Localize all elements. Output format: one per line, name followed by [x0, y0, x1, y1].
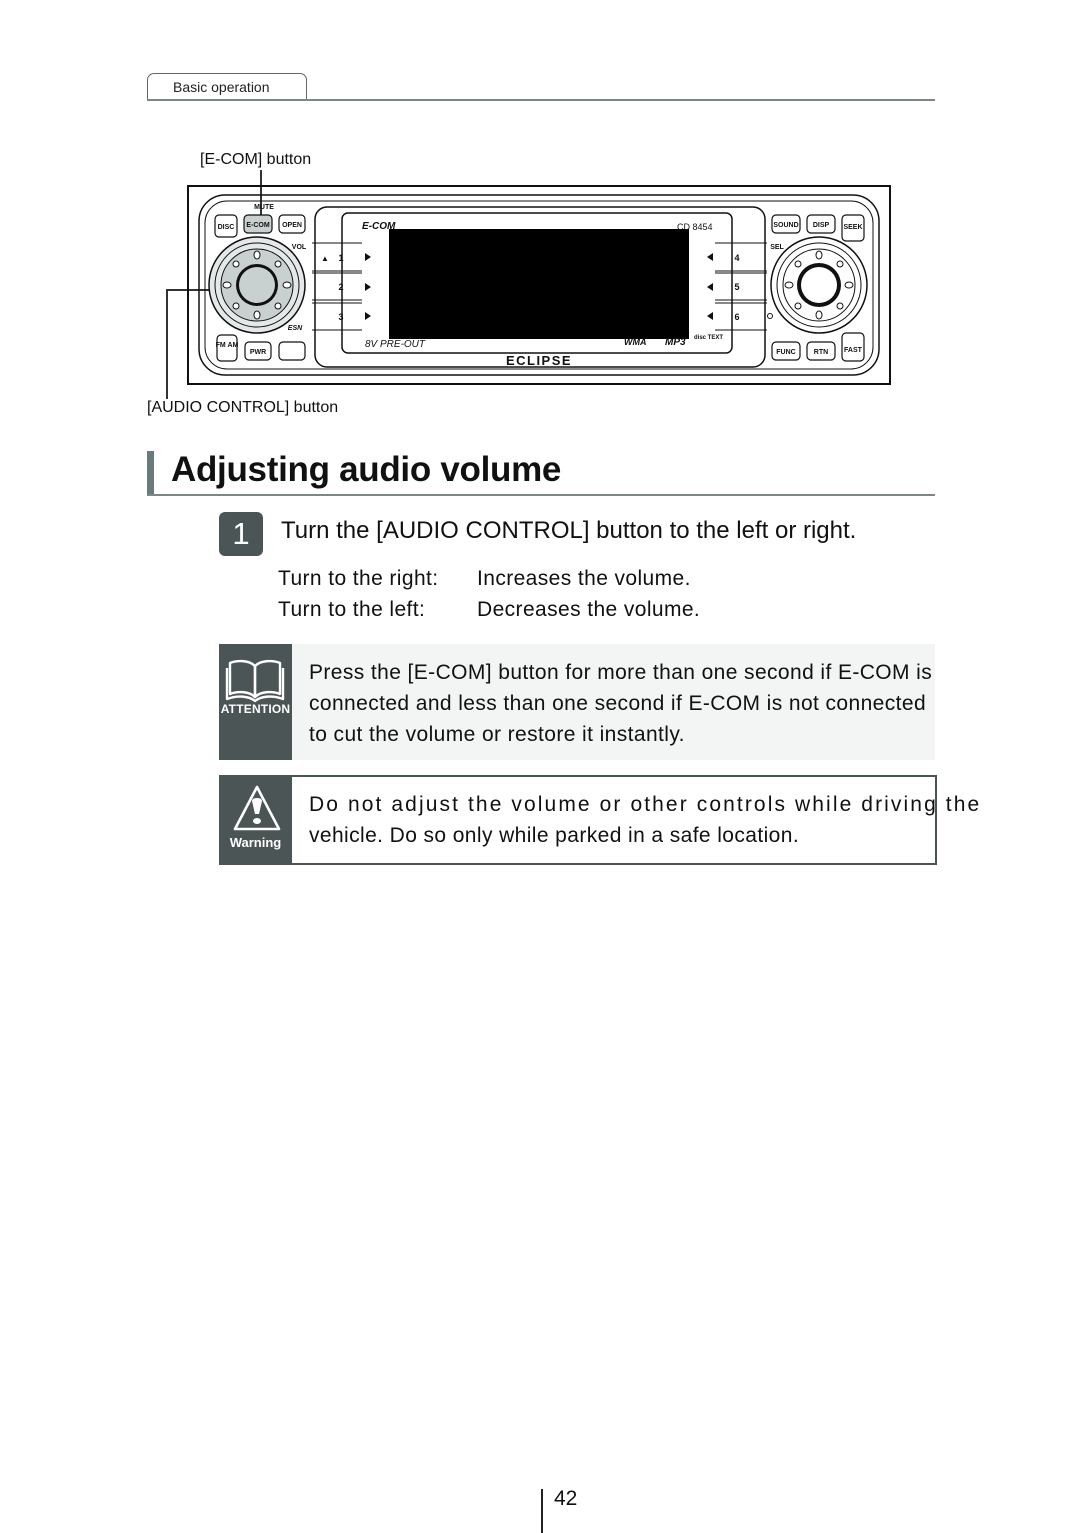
detail-left-label: Turn to the left:	[278, 598, 426, 621]
audio-control-callout-label: [AUDIO CONTROL] button	[147, 399, 339, 416]
sel-label: SEL	[770, 244, 784, 251]
pre-out-badge: 8V PRE-OUT	[365, 339, 426, 350]
preset-5-label: 5	[734, 282, 739, 292]
wma-badge: WMA	[624, 337, 647, 347]
ecom-callout-label: [E-COM] button	[200, 151, 312, 168]
audio-control-knob	[208, 236, 306, 334]
mp3-badge: MP3	[665, 337, 686, 348]
fast-button-label: FAST	[844, 347, 863, 354]
brand-logo: ECLIPSE	[506, 353, 572, 368]
preset-3-label: 3	[338, 312, 343, 322]
attention-icon-panel: ATTENTION	[219, 644, 292, 760]
attention-line: Press the [E-COM] button for more than o…	[309, 661, 933, 684]
selector-knob	[767, 236, 868, 334]
ecom-button-label: E-COM	[246, 222, 270, 229]
attention-label: ATTENTION	[220, 702, 291, 716]
warning-label: Warning	[229, 835, 282, 850]
preset-6-label: 6	[734, 312, 739, 322]
model-number: CD 8454	[677, 222, 713, 232]
seek-button-label: SEEK	[843, 224, 862, 231]
section-tab-label: Basic operation	[173, 79, 270, 95]
mute-label: MUTE	[254, 204, 274, 211]
attention-line: to cut the volume or restore it instantl…	[309, 723, 685, 746]
disp-button-label: DISP	[813, 222, 830, 229]
func-button-label: FUNC	[776, 349, 795, 356]
disc-button-label: DISC	[218, 224, 235, 231]
section-tab: Basic operation	[147, 73, 307, 100]
lcd-screen	[389, 229, 689, 339]
step-number-badge: 1	[219, 512, 263, 556]
vol-label: VOL	[292, 244, 307, 251]
fm-am-button-label: FM AM	[216, 342, 239, 349]
preset-4-label: 4	[734, 253, 739, 263]
audio-control-leader-line	[166, 289, 168, 399]
eject-icon: ▲	[321, 254, 329, 263]
step-instruction: Turn the [AUDIO CONTROL] button to the l…	[281, 517, 857, 544]
warning-icon-panel: Warning	[219, 775, 292, 865]
warning-triangle-icon	[233, 785, 281, 831]
disc-text-badge: disc TEXT	[694, 335, 723, 341]
open-button-label: OPEN	[282, 222, 302, 229]
warning-line: Do not adjust the volume or other contro…	[309, 793, 982, 816]
detail-right-effect: Increases the volume.	[477, 567, 691, 590]
pwr-button-label: PWR	[250, 349, 266, 356]
ecom-display-logo: E-COM	[362, 221, 396, 232]
head-unit-illustration: DISC E-COM OPEN MUTE VOL FM AM PWR ESN S…	[187, 185, 891, 385]
section-title: Adjusting audio volume	[171, 450, 562, 489]
attention-text: Press the [E-COM] button for more than o…	[309, 657, 959, 750]
attention-line: connected and less than one second if E-…	[309, 692, 927, 715]
page-number: 42	[554, 1487, 578, 1510]
section-title-rule	[147, 494, 935, 496]
sound-button-label: SOUND	[773, 222, 798, 229]
header-rule	[147, 99, 935, 101]
section-title-bar	[147, 451, 154, 495]
detail-right-label: Turn to the right:	[278, 567, 439, 590]
preset-1-label: 1	[338, 253, 343, 263]
warning-line: vehicle. Do so only while parked in a sa…	[309, 824, 800, 847]
warning-text: Do not adjust the volume or other contro…	[309, 789, 979, 851]
page-number-rule	[541, 1489, 543, 1533]
detail-left-effect: Decreases the volume.	[477, 598, 701, 621]
preset-2-label: 2	[338, 282, 343, 292]
esn-label: ESN	[288, 325, 303, 332]
rtn-button-label: RTN	[814, 349, 828, 356]
